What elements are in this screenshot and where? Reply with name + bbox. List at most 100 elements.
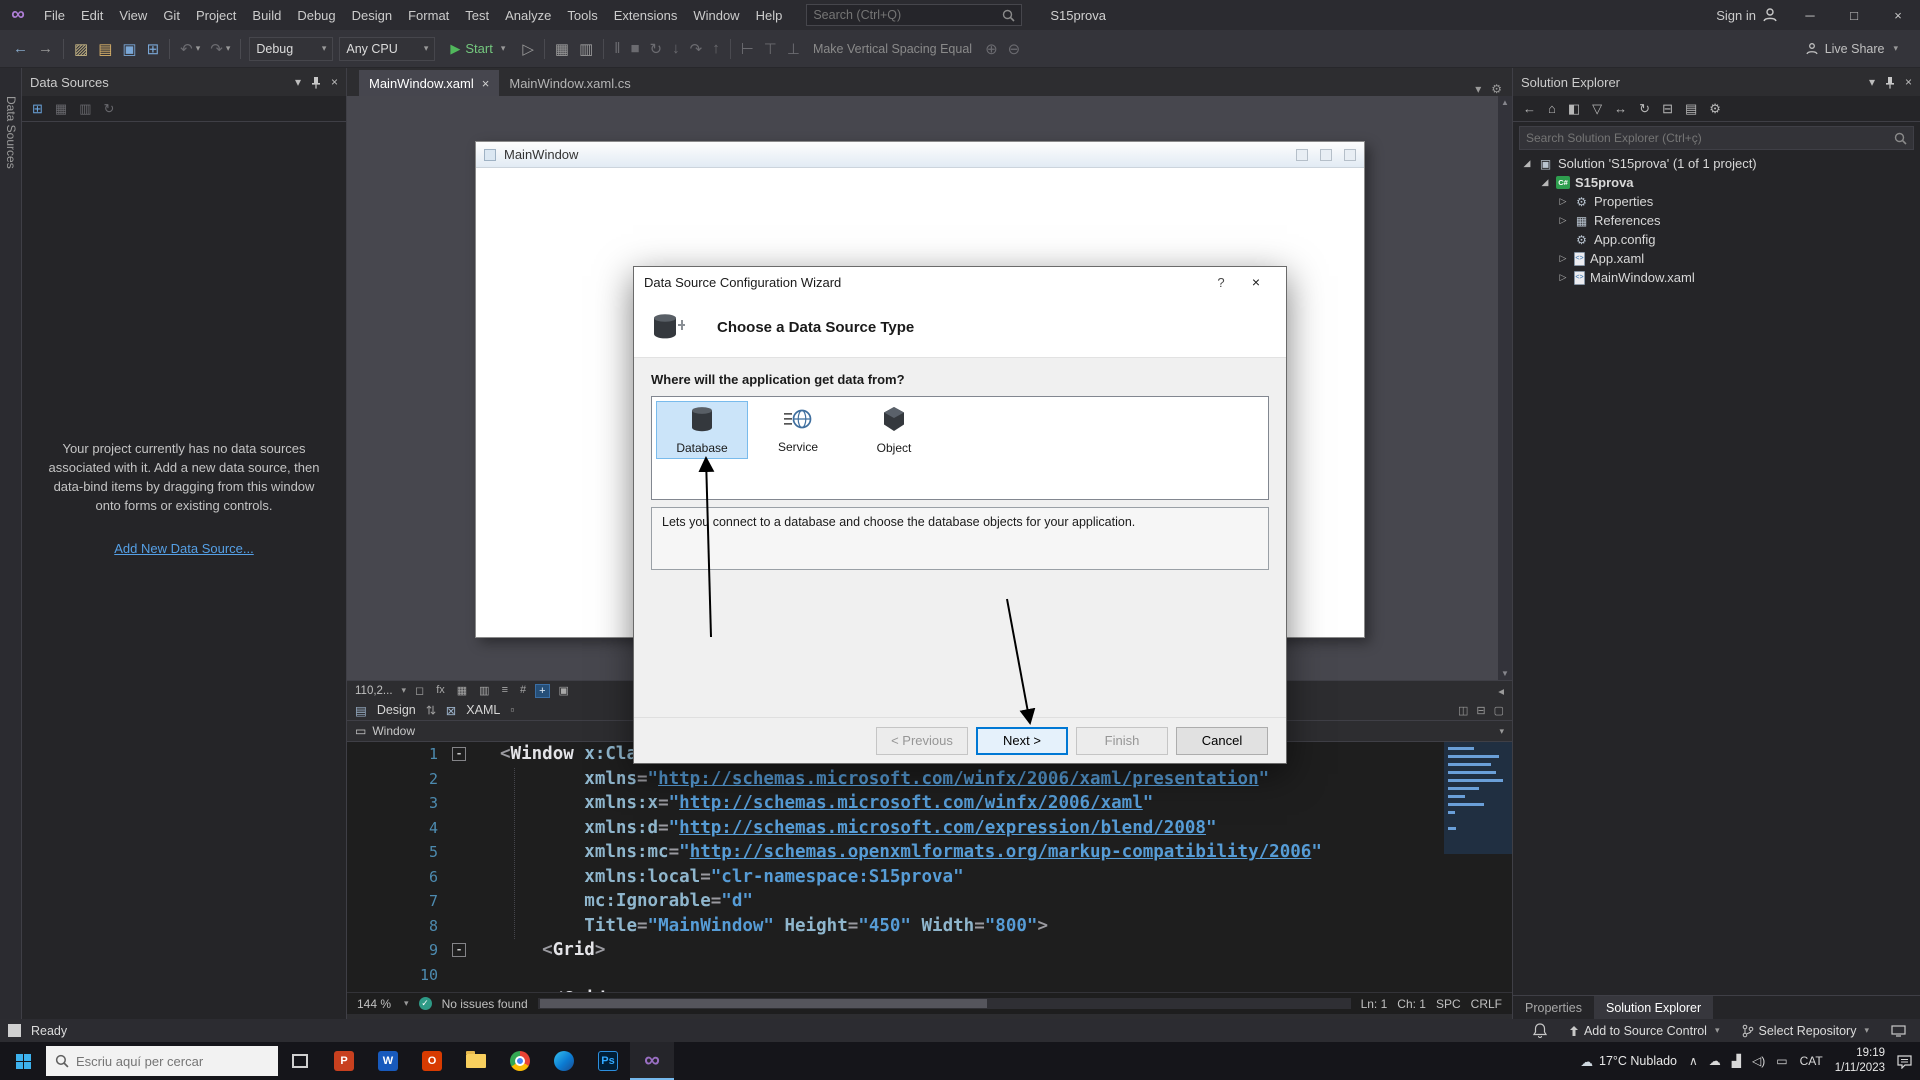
menu-debug[interactable]: Debug [289,0,343,30]
notifications-button[interactable] [1527,1023,1553,1038]
code-line-4[interactable]: 4 xmlns:d="http://schemas.microsoft.com/… [347,816,1512,841]
next-button[interactable]: Next > [976,727,1068,755]
xaml-code-editor[interactable]: 1-<Window x:Class="S15prova.MainWindow"2… [347,742,1512,992]
cursor-column[interactable]: Ch: 1 [1397,997,1426,1011]
taskbar-app-task-view[interactable] [278,1042,322,1080]
menu-extensions[interactable]: Extensions [606,0,686,30]
tree-item-app-config[interactable]: ⚙App.config [1513,230,1920,249]
menu-window[interactable]: Window [685,0,747,30]
designer-zoom-value[interactable]: 110,2... [355,685,393,697]
chevron-down-icon[interactable]: ▾ [295,75,301,89]
tab-mainwindow-xaml[interactable]: MainWindow.xaml× [359,70,499,96]
pin-icon[interactable] [1885,76,1895,89]
taskbar-app-chrome[interactable] [498,1042,542,1080]
collapse-all-icon[interactable]: ⊟ [1658,99,1677,119]
undo-icon[interactable]: ↶▾ [175,36,205,62]
scroll-left-icon[interactable]: ◂ [1498,684,1504,698]
step-out-icon[interactable]: ↑ [707,36,725,62]
scroll-up-icon[interactable]: ▲ [1501,98,1509,107]
code-line-8[interactable]: 8 Title="MainWindow" Height="450" Width=… [347,914,1512,939]
maximize-button[interactable]: □ [1832,0,1876,30]
code-line-5[interactable]: 5 xmlns:mc="http://schemas.openxmlformat… [347,840,1512,865]
menu-tools[interactable]: Tools [559,0,605,30]
dialog-close-button[interactable]: × [1236,274,1276,290]
align-bottoms-icon[interactable]: ⊥ [782,36,805,62]
code-line-3[interactable]: 3 xmlns:x="http://schemas.microsoft.com/… [347,791,1512,816]
quick-search-input[interactable] [813,8,1002,22]
designer-vertical-scrollbar[interactable]: ▲ ▼ [1498,96,1512,680]
editor-horizontal-scrollbar[interactable] [538,998,1351,1009]
expander-closed-icon[interactable]: ▷ [1557,272,1569,283]
tool-tab-solution-explorer[interactable]: Solution Explorer [1594,996,1713,1019]
start-button[interactable] [0,1042,46,1080]
zoom-fit-icon[interactable]: ▣ [556,684,572,698]
vertical-split-icon[interactable]: ◫ [1458,704,1468,717]
menu-view[interactable]: View [111,0,155,30]
menu-build[interactable]: Build [244,0,289,30]
quick-search-box[interactable] [806,4,1022,26]
platform-select[interactable]: Any CPU▾ [339,37,435,61]
redo-icon[interactable]: ↷▾ [205,36,235,62]
tree-item-solution-s15prova-1-of-1-project[interactable]: ◢▣Solution 'S15prova' (1 of 1 project) [1513,154,1920,173]
data-source-option-service[interactable]: Service [752,401,844,459]
expander-open-icon[interactable]: ◢ [1521,158,1533,169]
effects-icon[interactable]: fx [433,684,448,698]
menu-analyze[interactable]: Analyze [497,0,559,30]
data-source-option-object[interactable]: Object [848,401,940,459]
save-icon[interactable]: ▣ [117,36,141,62]
scroll-down-icon[interactable]: ▼ [1501,669,1509,678]
fold-collapse-icon[interactable]: - [452,943,466,957]
sync-with-active-document-icon[interactable]: ↔ [1610,99,1631,118]
step-over-icon[interactable]: ↷ [685,36,708,62]
refresh-icon[interactable]: ↻ [1635,99,1654,119]
expander-open-icon[interactable]: ◢ [1539,177,1551,188]
solution-explorer-search-box[interactable] [1519,126,1914,150]
expander-closed-icon[interactable]: ▷ [1557,215,1569,226]
open-file-icon[interactable]: ▤ [93,36,117,62]
editor-zoom-value[interactable]: 144 % [357,997,391,1011]
menu-file[interactable]: File [36,0,73,30]
expander-closed-icon[interactable]: ▷ [1557,196,1569,207]
background-tasks-icon[interactable] [8,1024,21,1037]
pin-icon[interactable] [311,76,321,89]
expander-closed-icon[interactable]: ▷ [1557,253,1569,264]
back-icon[interactable]: ← [1519,99,1540,118]
align-lefts-icon[interactable]: ⊢ [736,36,759,62]
refresh-icon[interactable]: ↻ [100,99,119,119]
taskbar-app-edge[interactable] [542,1042,586,1080]
menu-format[interactable]: Format [400,0,457,30]
tree-item-properties[interactable]: ▷⚙Properties [1513,192,1920,211]
zoom-in-icon[interactable]: ⊕ [980,36,1003,62]
tree-item-s15prova[interactable]: ◢C#S15prova [1513,173,1920,192]
design-tab[interactable]: Design [377,703,416,717]
live-share-button[interactable]: Live Share ▾ [1805,42,1912,56]
code-line-10[interactable]: 10 [347,963,1512,988]
selection-mode-icon[interactable]: ◻ [412,684,427,698]
ruler-icon[interactable]: ≡ [499,684,511,698]
snap-grid-icon[interactable]: # [517,684,529,698]
close-button[interactable]: × [1876,0,1920,30]
debug-configuration-select[interactable]: Debug▾ [249,37,333,61]
code-line-6[interactable]: 6 xmlns:local="clr-namespace:S15prova" [347,865,1512,890]
close-icon[interactable]: × [1905,75,1912,89]
chevron-down-icon[interactable]: ▾ [402,685,407,696]
document-outline-icon[interactable]: ▥ [574,36,598,62]
new-project-icon[interactable]: ▨ [69,36,93,62]
taskbar-clock[interactable]: 19:19 1/11/2023 [1835,1046,1885,1076]
add-new-data-source-link[interactable]: Add New Data Source... [22,541,346,556]
edit-data-source-icon[interactable]: ▦ [51,99,71,119]
taskbar-app-office[interactable]: O [410,1042,454,1080]
help-button[interactable]: ? [1206,275,1236,290]
network-icon[interactable]: ▟ [1732,1054,1741,1068]
select-repository-button[interactable]: Select Repository ▾ [1736,1024,1876,1038]
taskbar-weather[interactable]: ☁ 17°C Nublado [1581,1054,1677,1069]
code-line-9[interactable]: 9- <Grid> [347,938,1512,963]
fold-collapse-icon[interactable]: - [452,747,466,761]
tab-mainwindow-xaml-cs[interactable]: MainWindow.xaml.cs [499,70,640,96]
snap-to-snaplines-icon[interactable]: + [535,684,549,698]
step-into-icon[interactable]: ↓ [667,36,685,62]
breadcrumb-element[interactable]: Window [372,724,415,738]
taskbar-app-word[interactable]: W [366,1042,410,1080]
pause-icon[interactable]: ‖ [609,36,625,62]
swap-panes-icon[interactable]: ⇄ [424,705,438,715]
